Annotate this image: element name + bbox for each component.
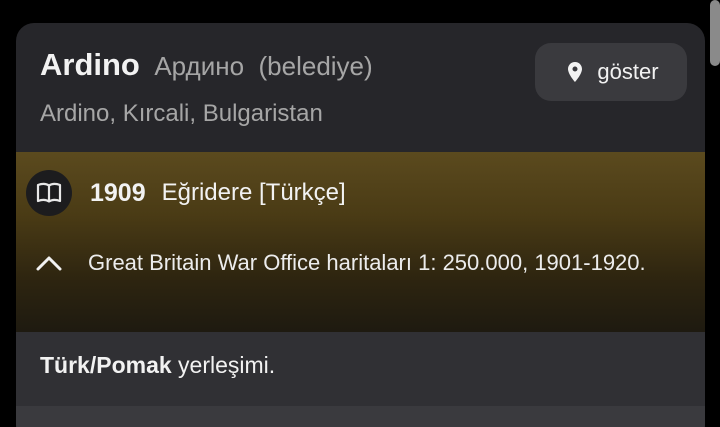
next-section (16, 406, 705, 427)
place-name: Ardino (40, 47, 140, 82)
note-rest: yerleşimi. (171, 352, 276, 378)
show-button-label: göster (597, 59, 659, 84)
book-icon (26, 170, 72, 216)
source-name: Eğridere [Türkçe] (161, 179, 346, 206)
note-panel: Türk/Pomak yerleşimi. (16, 332, 705, 406)
note-ethnicity: Türk/Pomak (40, 352, 172, 378)
source-year: 1909 (90, 178, 146, 207)
place-alt-name: Ардино (154, 51, 245, 81)
show-on-map-button[interactable]: göster (535, 43, 687, 101)
place-title: Ardino Ардино (belediye) (40, 47, 373, 83)
map-pin-icon (563, 60, 587, 84)
source-header[interactable]: 1909 Eğridere [Türkçe] (26, 168, 346, 218)
page: Ardino Ардино (belediye) Ardino, Kırcali… (0, 0, 720, 427)
settlement-note: Türk/Pomak yerleşimi. (40, 352, 275, 379)
chevron-up-icon[interactable] (34, 250, 64, 274)
place-location: Ardino, Kırcali, Bulgaristan (40, 100, 323, 127)
card-header: Ardino Ардино (belediye) Ardino, Kırcali… (16, 23, 705, 152)
scrollbar[interactable] (710, 0, 720, 66)
place-type: (belediye) (258, 51, 373, 81)
source-panel: 1909 Eğridere [Türkçe] Great Britain War… (16, 152, 705, 332)
place-card: Ardino Ардино (belediye) Ardino, Kırcali… (16, 23, 705, 427)
source-description: Great Britain War Office haritaları 1: 2… (88, 250, 646, 275)
